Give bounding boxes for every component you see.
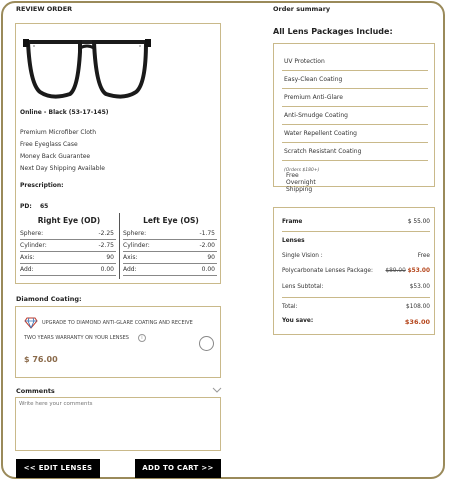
order-summary-title: Order summary [273, 5, 331, 13]
comments-title: Comments [16, 387, 55, 395]
include-item: Premium Microfiber Cloth [20, 129, 97, 136]
package-item: Anti-Smudge Coating [282, 106, 428, 125]
poly-price: $53.00 [407, 268, 430, 274]
include-item: Free Eyeglass Case [20, 141, 78, 148]
edit-lenses-button[interactable]: << EDIT LENSES [16, 459, 100, 478]
divider [282, 297, 430, 298]
rx-row-axis-os: Axis: 90 [123, 252, 217, 264]
lens-packages-card: UV Protection Easy-Clean Coating Premium… [273, 43, 435, 193]
diamond-coating-radio[interactable] [199, 336, 214, 351]
comments-textarea[interactable] [15, 397, 221, 451]
review-order-card: Online - Black (53-17-145) Premium Micro… [15, 23, 221, 284]
product-name: Online - Black (53-17-145) [20, 109, 109, 116]
poly-old-price: $89.00 [385, 268, 406, 274]
price-summary-card: Frame $ 55.00 Lenses Single Vision : Free … [273, 207, 435, 335]
include-item: Money Back Guarantee [20, 153, 91, 160]
rx-row-sphere-os: Sphere: -1.75 [123, 228, 217, 240]
you-save-row: You save: $36.00 [282, 318, 430, 326]
rx-row-cylinder-os: Cylinder: -2.00 [123, 240, 217, 252]
eyeglasses-image [23, 39, 151, 99]
package-item: UV Protection [282, 52, 428, 71]
rx-row-cylinder-od: Cylinder: -2.75 [20, 240, 116, 252]
total-row: Total: $108.00 [282, 304, 430, 310]
info-icon[interactable]: i [138, 334, 146, 342]
frame-row: Frame $ 55.00 [282, 219, 430, 225]
package-item: Water Repellent Coating [282, 124, 428, 143]
package-item: Easy-Clean Coating [282, 70, 428, 89]
right-eye-title: Right Eye (OD) [37, 216, 101, 225]
pd-label: PD: [20, 203, 32, 210]
lens-subtotal-row: Lens Subtotal: $53.00 [282, 284, 430, 290]
diamond-offer-line2: TWO YEARS WARRANTY ON YOUR LENSES [24, 335, 129, 341]
pd-value: 65 [40, 203, 49, 210]
package-item: Free Overnight Shipping (Orders $180+) [284, 168, 320, 193]
rx-row-add-od: Add: 0.00 [20, 264, 116, 276]
eye-divider [119, 213, 120, 279]
rx-row-add-os: Add: 0.00 [123, 264, 217, 276]
add-to-cart-button[interactable]: ADD TO CART >> [135, 459, 221, 478]
package-item: Scratch Resistant Coating [282, 142, 428, 161]
divider [282, 231, 430, 232]
rx-row-axis-od: Axis: 90 [20, 252, 116, 264]
chevron-down-icon[interactable] [212, 387, 222, 393]
diamond-offer-line1: UPGRADE TO DIAMOND ANTI-GLARE COATING AN… [42, 320, 193, 326]
single-vision-row: Single Vision : Free [282, 253, 430, 259]
diamond-price: $ 76.00 [24, 355, 58, 364]
diamond-icon [24, 317, 38, 329]
include-item: Next Day Shipping Available [20, 165, 105, 172]
diamond-coating-title: Diamond Coating: [16, 295, 82, 303]
package-item: Premium Anti-Glare [282, 88, 428, 107]
rx-row-sphere-od: Sphere: -2.25 [20, 228, 116, 240]
left-eye-title: Left Eye (OS) [143, 216, 199, 225]
lenses-label: Lenses [282, 238, 305, 244]
packages-title: All Lens Packages Include: [273, 27, 393, 36]
review-order-title: REVIEW ORDER [16, 5, 73, 13]
prescription-label: Prescription: [20, 182, 64, 189]
poly-package-row: Polycarbonate Lenses Package: $89.00 $53… [282, 268, 430, 274]
diamond-coating-card[interactable]: UPGRADE TO DIAMOND ANTI-GLARE COATING AN… [15, 306, 221, 378]
